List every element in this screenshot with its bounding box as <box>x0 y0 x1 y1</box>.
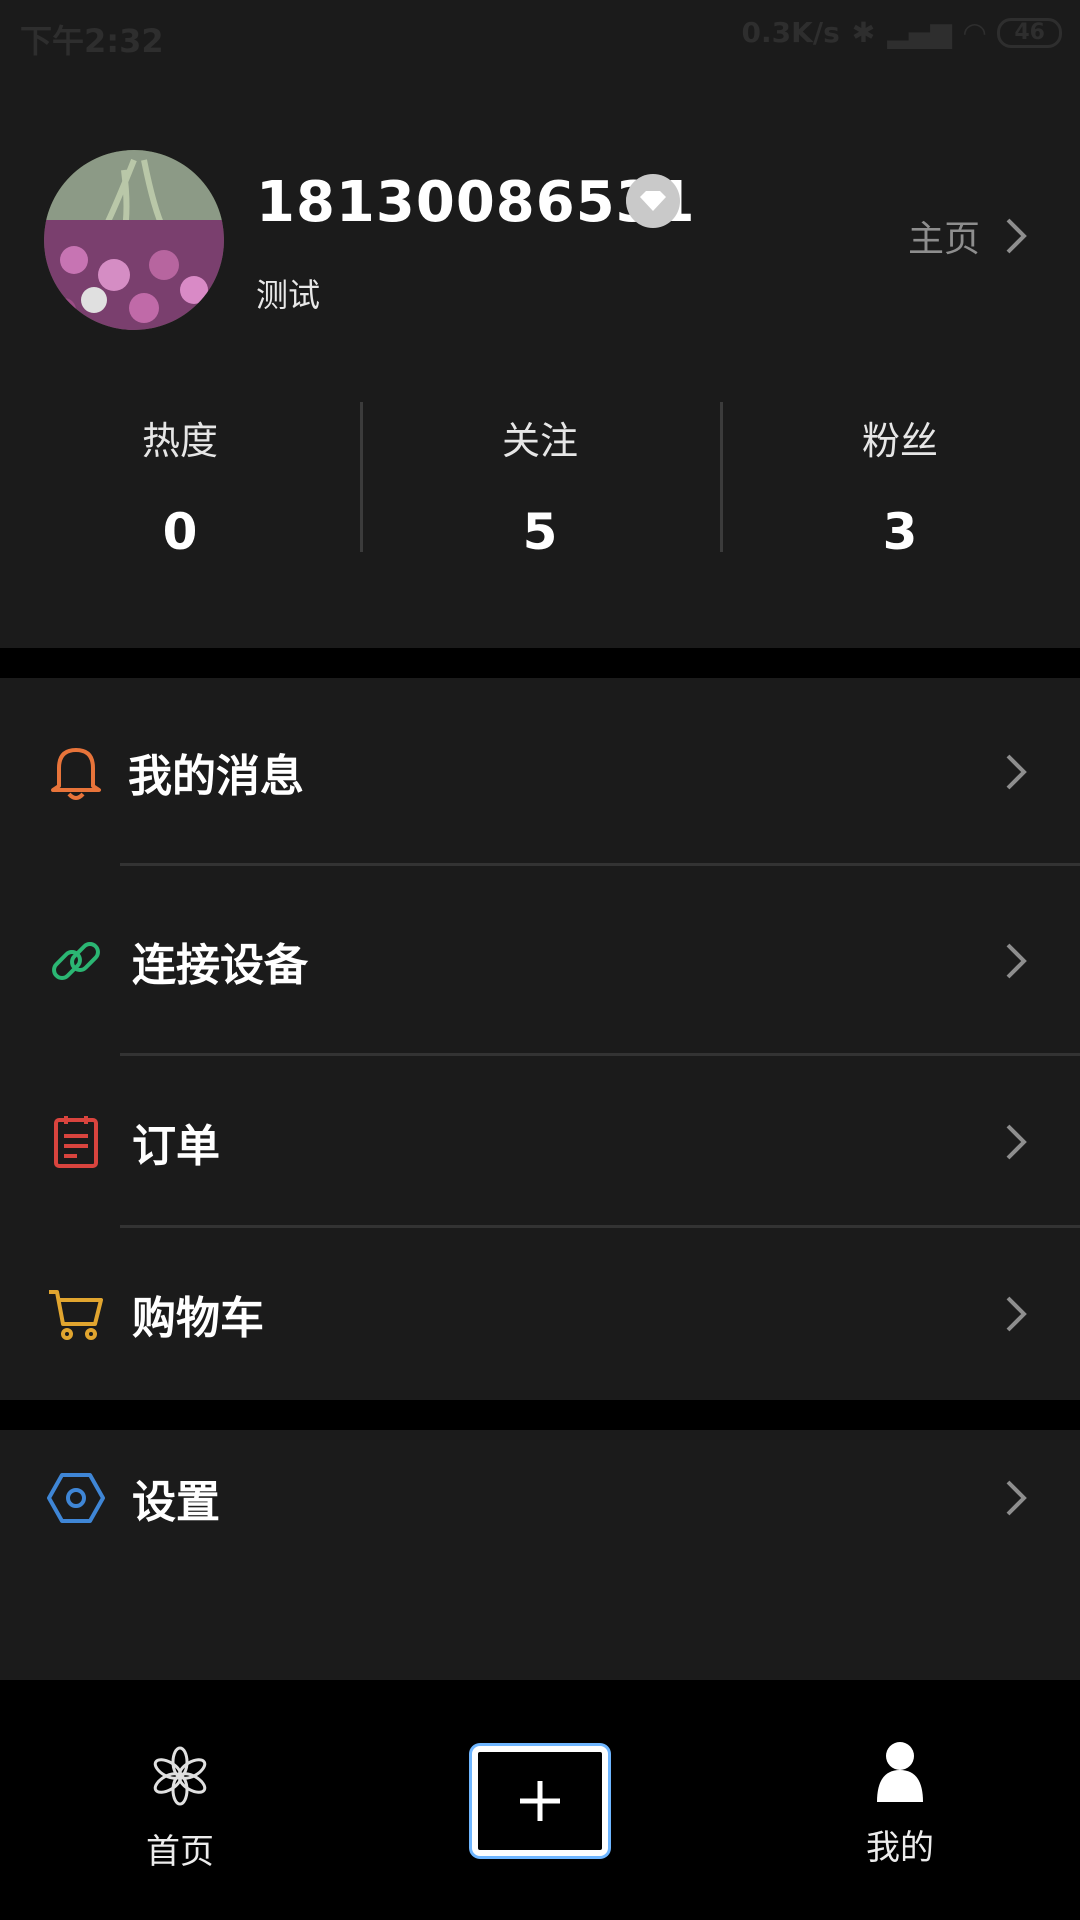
stat-label: 粉丝 <box>861 419 938 463</box>
flower-icon <box>153 1746 207 1806</box>
menu-item-label: 我的消息 <box>128 751 304 802</box>
stat-fans[interactable]: 粉丝 3 <box>720 402 1080 561</box>
settings-icon <box>44 1466 108 1530</box>
nav-home-label: 首页 <box>146 1832 214 1872</box>
stat-label: 热度 <box>141 419 218 463</box>
menu-item-label: 连接设备 <box>132 940 308 991</box>
add-button[interactable] <box>472 1746 608 1856</box>
network-speed: 0.3K/s <box>741 16 840 49</box>
stat-heat[interactable]: 热度 0 <box>0 402 360 561</box>
stat-value: 0 <box>162 503 198 561</box>
chevron-right-icon <box>1006 218 1027 254</box>
avatar[interactable] <box>44 150 224 330</box>
nav-mine-label: 我的 <box>866 1828 934 1868</box>
menu-item-orders[interactable]: 订单 <box>0 1056 1080 1228</box>
bell-icon <box>44 740 108 804</box>
menu-item-messages[interactable]: 我的消息 <box>0 678 1080 866</box>
user-bio: 测试 <box>256 276 321 314</box>
link-icon <box>44 929 108 993</box>
chevron-right-icon <box>1006 1296 1027 1332</box>
section-gap <box>0 648 1080 678</box>
status-time: 下午2:32 <box>20 22 164 60</box>
section-gap <box>0 1400 1080 1430</box>
menu-item-label: 购物车 <box>132 1293 264 1344</box>
status-indicators: 0.3K/s ✱ ▂▄▆ ◠ 46 <box>742 16 1062 49</box>
chevron-right-icon <box>1006 1480 1027 1516</box>
stat-following[interactable]: 关注 5 <box>360 402 720 561</box>
profile-header: 18130086531 测试 主页 热度 0 关注 5 粉丝 3 <box>0 72 1080 648</box>
signal-icon: ▂▄▆ <box>887 16 952 49</box>
menu-item-label: 订单 <box>132 1121 220 1172</box>
order-icon <box>44 1110 108 1174</box>
bluetooth-icon: ✱ <box>851 16 876 49</box>
cart-icon <box>44 1282 108 1346</box>
vip-diamond-icon[interactable] <box>626 174 680 228</box>
stat-value: 3 <box>882 503 918 561</box>
chevron-right-icon <box>1006 1124 1027 1160</box>
wifi-icon: ◠ <box>963 16 986 49</box>
status-bar: 下午2:32 0.3K/s ✱ ▂▄▆ ◠ 46 <box>0 0 1080 72</box>
bottom-nav: 首页 我的 <box>0 1680 1080 1920</box>
nav-mine[interactable]: 我的 <box>840 1680 960 1920</box>
menu-item-connect-device[interactable]: 连接设备 <box>0 866 1080 1056</box>
nav-home[interactable]: 首页 <box>120 1680 240 1920</box>
menu-item-cart[interactable]: 购物车 <box>0 1228 1080 1400</box>
battery-indicator: 46 <box>997 17 1062 48</box>
menu-list: 我的消息 连接设备 订单 购物车 <box>0 678 1080 1400</box>
stats-row: 热度 0 关注 5 粉丝 3 <box>0 402 1080 561</box>
person-icon <box>877 1742 923 1802</box>
menu-item-label: 设置 <box>132 1477 220 1528</box>
stat-value: 5 <box>522 503 558 561</box>
chevron-right-icon <box>1006 754 1027 790</box>
homepage-label: 主页 <box>907 219 980 260</box>
plus-icon <box>520 1781 560 1821</box>
chevron-right-icon <box>1006 943 1027 979</box>
stat-label: 关注 <box>501 419 578 463</box>
homepage-link[interactable]: 主页 <box>908 210 1028 262</box>
menu-item-settings[interactable]: 设置 <box>0 1430 1080 1566</box>
settings-section: 设置 <box>0 1430 1080 1680</box>
